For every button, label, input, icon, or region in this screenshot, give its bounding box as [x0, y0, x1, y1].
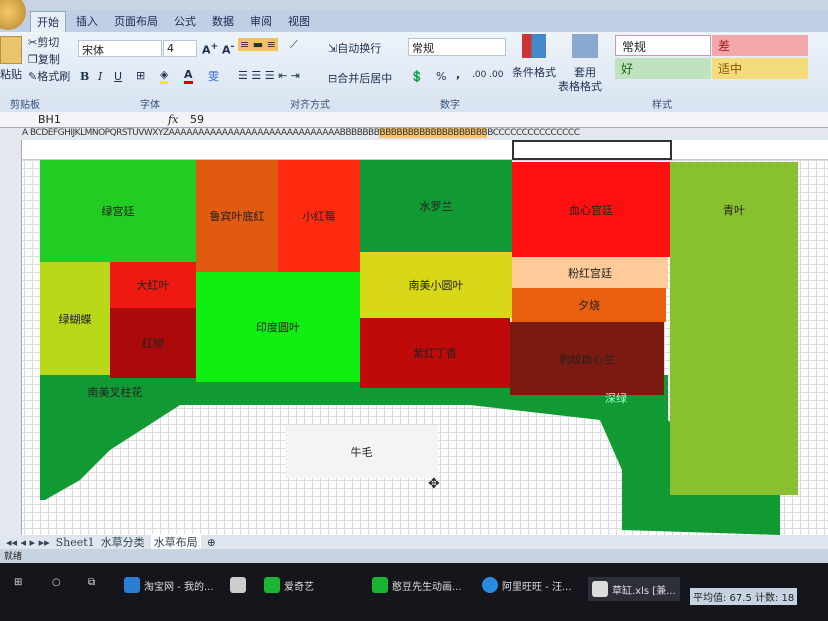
block-dahongye[interactable]: 大红叶 [110, 262, 196, 308]
sheet-tab-sheet1[interactable]: Sheet1 [56, 536, 95, 549]
calculator-icon[interactable] [230, 577, 246, 593]
block-lvgongting[interactable]: 绿宫廷 [40, 160, 196, 262]
excel-file-icon [592, 581, 608, 597]
sheet-tab-layout[interactable]: 水草布局 [150, 534, 201, 550]
block-fenhonggongting[interactable]: 粉红宫廷 [512, 257, 668, 288]
block-hongliu[interactable]: 红柳 [110, 308, 196, 378]
taskbar-edge[interactable]: 淘宝网 - 我的... [124, 577, 214, 593]
block-xuexingongting[interactable]: 血心宫廷 [512, 162, 670, 257]
taskbar-excel[interactable]: 草缸.xls [兼... [588, 577, 680, 601]
label-nanmeichazhuhua: 南美叉柱花 [87, 386, 143, 399]
task-view-icon[interactable]: ⧉ [88, 577, 95, 588]
taskbar-mrbean[interactable]: 憨豆先生动画... [372, 577, 462, 593]
taskbar-iqiyi-label: 爱奇艺 [284, 581, 314, 593]
block-niumao[interactable]: 牛毛 [285, 425, 438, 478]
taskbar-aliwangwang-label: 阿里旺旺 - 汪... [502, 581, 572, 593]
block-lubin[interactable]: 鲁宾叶底红 [196, 160, 278, 272]
iqiyi-icon [372, 577, 388, 593]
label-shenlv: 深绿 [605, 392, 627, 405]
block-baowenxuexinlan[interactable]: 豹纹血心兰 [510, 322, 664, 395]
status-ready: 就绪 [4, 552, 23, 562]
taskbar-aliwangwang[interactable]: 阿里旺旺 - 汪... [482, 577, 572, 593]
status-summary: 平均值: 67.5 计数: 18 [690, 588, 798, 605]
block-yinduyuanye[interactable]: 印度圆叶 [196, 272, 360, 382]
block-nanmeixiaoyuanye[interactable]: 南美小圆叶 [360, 252, 512, 318]
edge-icon [124, 577, 140, 593]
block-xishao[interactable]: 夕烧 [512, 288, 666, 322]
block-qingye[interactable]: 青叶 [670, 162, 798, 495]
taskbar-excel-label: 草缸.xls [兼... [612, 585, 676, 597]
windows-start-icon[interactable]: ⊞ [14, 577, 22, 588]
taskbar-mrbean-label: 憨豆先生动画... [392, 581, 462, 593]
sheet-nav-icon[interactable]: ◂◂ ◂ ▸ ▸▸ [6, 536, 50, 549]
block-shuiluolan[interactable]: 水罗兰 [360, 160, 512, 252]
sheet-tabs: ◂◂ ◂ ▸ ▸▸ Sheet1 水草分类 水草布局 ⊕ [0, 534, 828, 550]
cursor-icon: ✥ [428, 476, 440, 492]
block-xiaohongmei[interactable]: 小红莓 [278, 160, 360, 272]
sheet-tab-classification[interactable]: 水草分类 [101, 534, 145, 550]
insert-sheet-icon[interactable]: ⊕ [207, 536, 216, 549]
taskbar-iqiyi[interactable]: 爱奇艺 [264, 577, 314, 593]
block-zihongdingxiang[interactable]: 紫红丁香 [360, 318, 510, 388]
cortana-icon[interactable]: ○ [52, 577, 61, 588]
block-lvhudie[interactable]: 绿蝴蝶 [40, 262, 110, 375]
aliwangwang-icon [482, 577, 498, 593]
taskbar-edge-label: 淘宝网 - 我的... [144, 581, 214, 593]
iqiyi-icon [264, 577, 280, 593]
status-bar: 就绪 [0, 549, 828, 563]
